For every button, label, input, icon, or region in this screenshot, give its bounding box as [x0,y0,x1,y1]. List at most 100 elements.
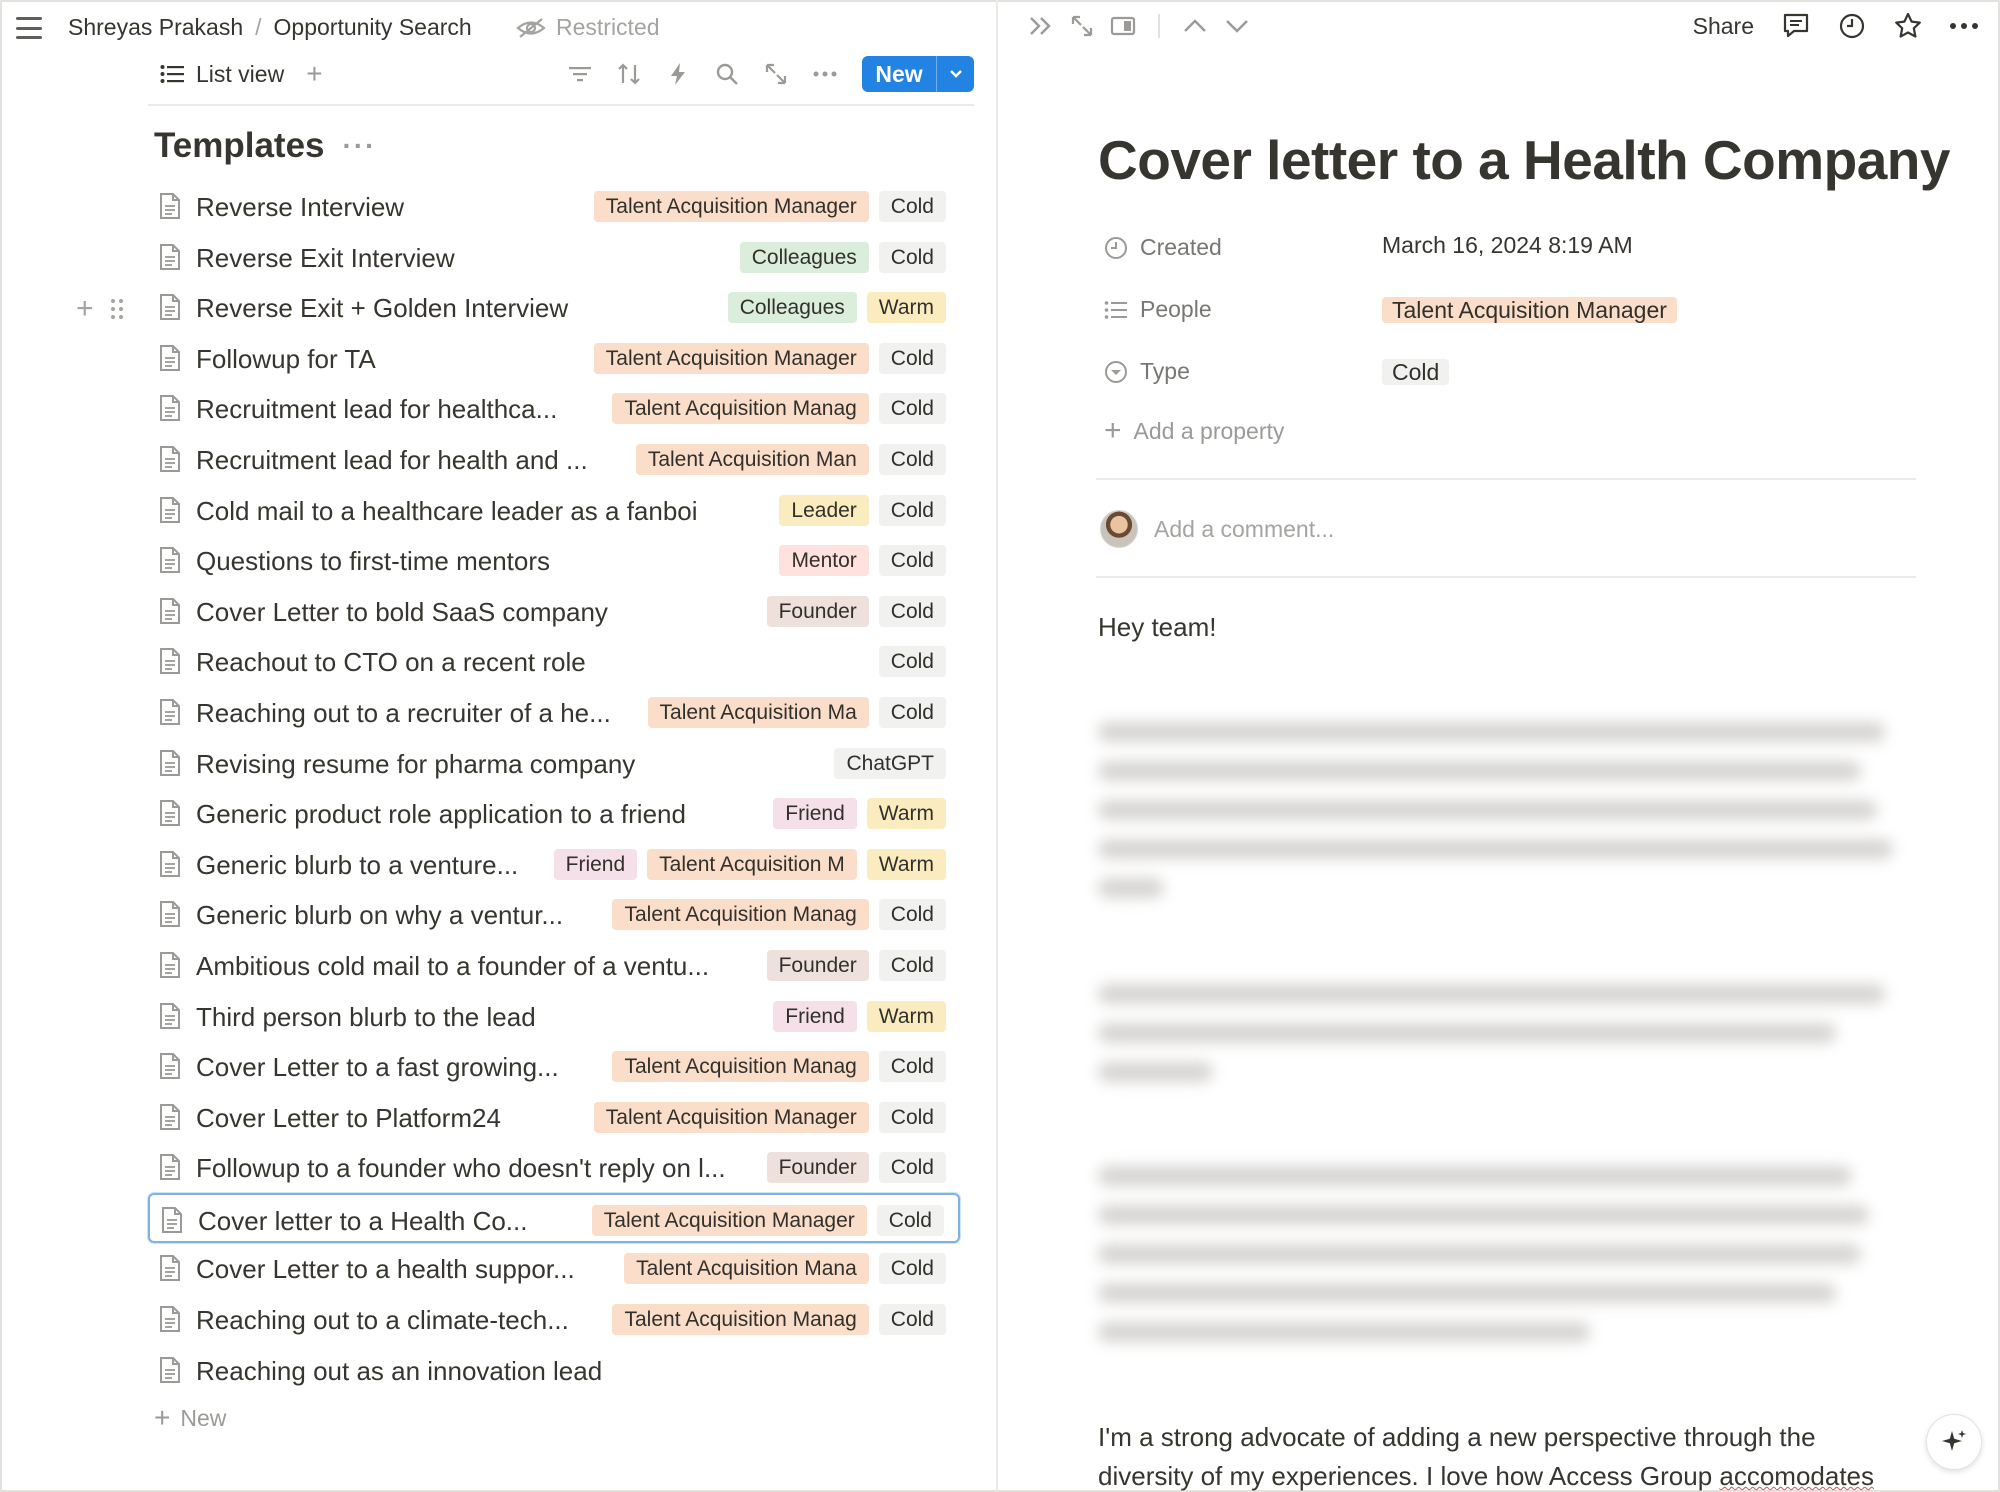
template-title: Reaching out to a recruiter of a he... [196,697,611,728]
template-row[interactable]: Cover Letter to a fast growing... Talent … [148,1041,960,1092]
more-options-icon[interactable] [811,60,838,87]
share-button[interactable]: Share [1693,13,1754,40]
tag-badge: Colleagues [739,241,869,273]
template-title: Followup to a founder who doesn't reply … [196,1153,726,1184]
template-title: Generic product role application to a fr… [196,799,686,830]
template-row[interactable]: Followup for TA Talent Acquisition Manage… [148,333,960,384]
template-row[interactable]: Cold mail to a healthcare leader as a fa… [148,485,960,536]
template-row[interactable]: Third person blurb to the lead Friend Warm [148,991,960,1042]
close-peek-icon[interactable] [1028,15,1054,37]
expand-icon[interactable] [762,60,789,87]
ai-assistant-button[interactable] [1926,1414,1982,1470]
template-row[interactable]: Reverse Exit Interview Colleagues Cold [148,232,960,283]
breadcrumb-page[interactable]: Opportunity Search [274,14,472,41]
created-value: March 16, 2024 8:19 AM [1382,232,1633,258]
template-row[interactable]: Ambitious cold mail to a founder of a ve… [148,940,960,991]
people-value[interactable]: Talent Acquisition Manager [1382,294,1677,327]
misspelled-word: accomodates [1719,1461,1875,1491]
view-tab-list[interactable]: List view + [160,60,323,88]
template-row[interactable]: Cover Letter to bold SaaS company Founder… [148,586,960,637]
template-title: Recruitment lead for healthca... [196,394,558,425]
favorite-star-icon[interactable] [1894,12,1922,40]
tag-badge: Warm [866,292,946,324]
tag-badge: Talent Acquisition Manager [591,1204,867,1236]
tag-badge: Cold [878,443,946,475]
search-icon[interactable] [713,60,740,87]
blurred-paragraph [1098,984,1918,1101]
open-full-page-icon[interactable] [1070,14,1094,38]
tag-badge: Cold [878,646,946,678]
add-new-label: New [180,1404,227,1431]
template-row[interactable]: Reverse Interview Talent Acquisition Mana… [148,181,960,232]
divider [1096,478,1916,480]
sort-icon[interactable] [615,60,642,87]
comment-input[interactable]: Add a comment... [1154,516,1334,543]
template-row[interactable]: Recruitment lead for healthca... Talent A… [148,383,960,434]
template-row[interactable]: Revising resume for pharma company ChatGP… [148,738,960,789]
templates-more-icon[interactable]: ··· [343,130,377,162]
document-icon [158,1254,182,1282]
add-property-button[interactable]: + Add a property [1104,416,1284,446]
page-title[interactable]: Cover letter to a Health Company [1098,128,1950,192]
plus-icon: + [1104,414,1122,447]
chevron-down-icon[interactable] [936,56,974,92]
breadcrumb: Shreyas Prakash / Opportunity Search [68,14,472,41]
template-row[interactable]: Reachout to CTO on a recent role Cold [148,636,960,687]
template-row[interactable]: Generic blurb on why a ventur... Talent A… [148,889,960,940]
template-row[interactable]: Cover Letter to a health suppor... Talent… [148,1243,960,1294]
add-row-icon[interactable]: + [76,294,94,324]
side-peek-icon[interactable] [1110,15,1136,37]
page-more-icon[interactable] [1950,22,1978,30]
drag-handle-icon[interactable] [110,297,124,321]
blurred-paragraph [1098,722,1918,917]
template-row[interactable]: Followup to a founder who doesn't reply … [148,1142,960,1193]
tag-badge: Talent Acquisition Manager [593,1101,869,1133]
template-tags: Founder Cold [766,949,946,981]
template-row[interactable]: Generic blurb to a venture... Friend Talen… [148,839,960,890]
tag-badge: Cold [878,1101,946,1133]
plus-icon: + [154,1402,171,1433]
property-people-name[interactable]: People [1104,296,1212,323]
tag-badge: Leader [779,494,869,526]
tag-badge: Warm [866,848,946,880]
tag-badge: Friend [553,848,638,880]
tag-badge: Talent Acquisition Manager [593,191,869,222]
tag-badge: Cold [878,949,946,981]
add-new-row-button[interactable]: + New [154,1404,226,1432]
history-clock-icon[interactable] [1838,12,1866,40]
sidebar-menu-icon[interactable] [16,17,42,39]
breadcrumb-workspace[interactable]: Shreyas Prakash [68,14,243,41]
peek-nav [1028,14,1250,38]
template-row[interactable]: Generic product role application to a fr… [148,788,960,839]
template-row[interactable]: Cover Letter to Platform24 Talent Acquisi… [148,1092,960,1143]
page-properties: Created March 16, 2024 8:19 AM People Ta… [1104,228,1924,414]
previous-page-icon[interactable] [1182,17,1208,35]
template-row[interactable]: Reaching out to a recruiter of a he... Ta… [148,687,960,738]
type-value[interactable]: Cold [1382,356,1450,389]
filter-icon[interactable] [566,60,593,87]
template-tags: Talent Acquisition Manager Cold [591,1204,944,1236]
property-type-name[interactable]: Type [1104,358,1190,385]
new-button[interactable]: New [862,56,974,92]
template-row[interactable]: Cover letter to a Health Co... Talent Acq… [148,1192,960,1244]
add-view-icon[interactable]: + [306,60,322,88]
multi-select-list-icon [1104,300,1127,319]
template-row[interactable]: + Reverse Exit + Golden Interview Colleagu… [76,282,960,333]
comment-composer[interactable]: Add a comment... [1100,510,1334,548]
automation-bolt-icon[interactable] [664,60,691,87]
comments-icon[interactable] [1782,12,1810,40]
template-row[interactable]: Reaching out to a climate-tech... Talent … [148,1294,960,1345]
templates-heading: Templates ··· [154,126,377,166]
template-row[interactable]: Reaching out as an innovation lead [148,1345,960,1396]
template-row[interactable]: Questions to first-time mentors Mentor Col… [148,535,960,586]
body-paragraph[interactable]: I'm a strong advocate of adding a new pe… [1098,1418,1938,1492]
document-icon [158,1305,182,1333]
restricted-badge[interactable]: Restricted [516,14,660,41]
next-page-icon[interactable] [1224,17,1250,35]
property-created-name[interactable]: Created [1104,234,1222,261]
peek-actions: Share [1693,12,1978,40]
template-title: Reaching out to a climate-tech... [196,1305,569,1336]
body-greeting[interactable]: Hey team! [1098,612,1217,643]
template-row[interactable]: Recruitment lead for health and ... Talen… [148,434,960,485]
template-tags: Colleagues Cold [739,241,946,273]
